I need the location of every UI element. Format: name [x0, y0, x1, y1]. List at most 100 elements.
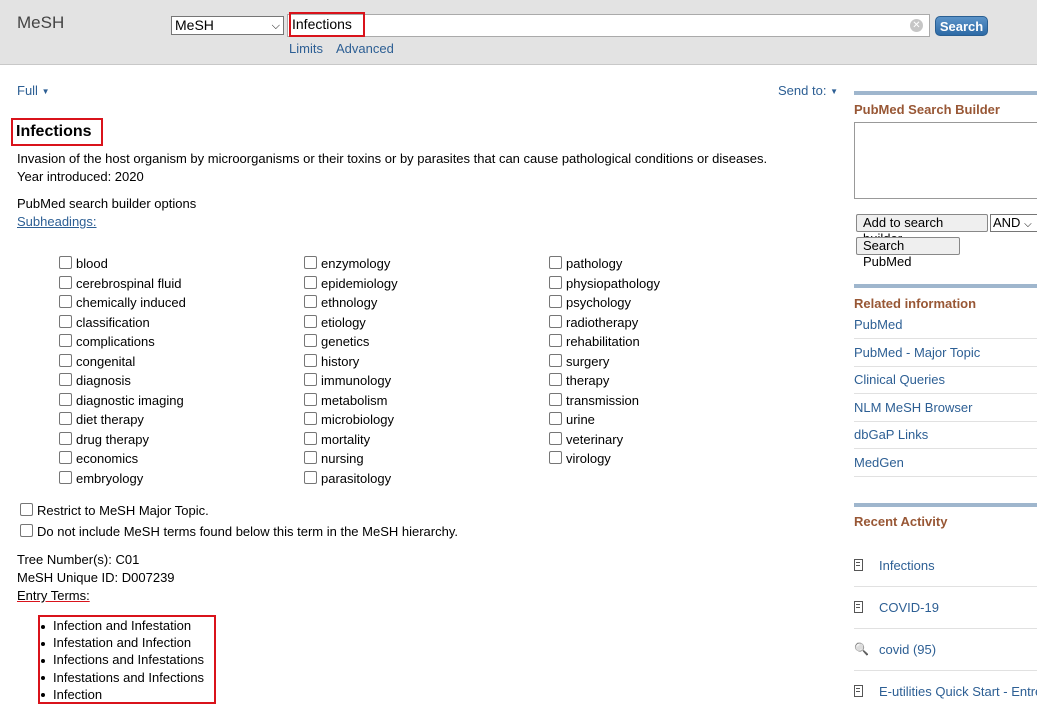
search-button[interactable]: Search	[935, 16, 988, 36]
checkbox[interactable]	[59, 431, 72, 445]
checkbox[interactable]	[59, 373, 72, 386]
subheading-checkbox[interactable]: microbiology	[304, 412, 394, 427]
subheading-checkbox[interactable]: physiopathology	[549, 275, 660, 291]
subheading-checkbox[interactable]: therapy	[549, 373, 609, 388]
subheading-checkbox[interactable]: mortality	[304, 431, 370, 447]
recent-activity-item[interactable]: 🔍 covid (95)	[854, 642, 1037, 658]
checkbox[interactable]	[304, 373, 317, 386]
subheading-checkbox[interactable]: diagnostic imaging	[59, 392, 184, 408]
subheading-checkbox[interactable]: epidemiology	[304, 275, 398, 291]
operator-select[interactable]: AND ⌵	[990, 214, 1037, 232]
checkbox[interactable]	[549, 451, 562, 464]
related-link[interactable]: PubMed	[854, 317, 902, 332]
related-link[interactable]: NLM MeSH Browser	[854, 400, 972, 415]
related-link[interactable]: dbGaP Links	[854, 427, 928, 442]
subheading-checkbox[interactable]: surgery	[549, 353, 609, 369]
checkbox[interactable]	[20, 524, 33, 537]
checkbox[interactable]	[304, 256, 317, 269]
recent-activity-item[interactable]: Infections	[854, 558, 1037, 574]
checkbox[interactable]	[304, 334, 317, 347]
checkbox[interactable]	[549, 275, 562, 289]
checkbox[interactable]	[59, 392, 72, 406]
search-input-value[interactable]: Infections	[289, 12, 365, 37]
search-input[interactable]	[287, 14, 930, 37]
subheading-checkbox[interactable]: enzymology	[304, 256, 390, 271]
limits-link[interactable]: Limits	[289, 41, 323, 56]
advanced-link[interactable]: Advanced	[336, 41, 394, 56]
checkbox[interactable]	[549, 353, 562, 367]
checkbox[interactable]	[549, 412, 562, 425]
checkbox[interactable]	[59, 412, 72, 425]
clear-icon[interactable]: ✕	[910, 19, 923, 32]
subheading-checkbox[interactable]: classification	[59, 314, 150, 330]
checkbox[interactable]	[549, 431, 562, 445]
search-builder-textarea[interactable]	[854, 122, 1037, 199]
checkbox[interactable]	[304, 431, 317, 445]
recent-activity-label[interactable]: Infections	[879, 558, 935, 573]
subheading-checkbox[interactable]: veterinary	[549, 431, 623, 447]
checkbox[interactable]	[20, 503, 33, 516]
checkbox[interactable]	[59, 314, 72, 328]
checkbox[interactable]	[59, 451, 72, 464]
checkbox[interactable]	[304, 412, 317, 425]
subheading-checkbox[interactable]: nursing	[304, 451, 364, 466]
search-pubmed-button[interactable]: Search PubMed	[856, 237, 960, 269]
checkbox[interactable]	[59, 275, 72, 289]
recent-activity-item[interactable]: E-utilities Quick Start - Entrez	[854, 684, 1037, 700]
subheading-checkbox[interactable]: psychology	[549, 295, 631, 310]
subheading-checkbox[interactable]: embryology	[59, 470, 143, 486]
subheading-checkbox[interactable]: complications	[59, 334, 155, 349]
subheading-checkbox[interactable]: diet therapy	[59, 412, 144, 427]
subheading-checkbox[interactable]: cerebrospinal fluid	[59, 275, 182, 291]
checkbox[interactable]	[549, 256, 562, 269]
subheading-checkbox[interactable]: drug therapy	[59, 431, 149, 447]
format-dropdown[interactable]: Full ▼	[17, 83, 50, 98]
subheading-checkbox[interactable]: virology	[549, 451, 611, 466]
checkbox[interactable]	[549, 373, 562, 386]
recent-activity-label[interactable]: COVID-19	[879, 600, 939, 615]
subheading-checkbox[interactable]: urine	[549, 412, 595, 427]
restrict-major-checkbox[interactable]: Restrict to MeSH Major Topic.	[20, 503, 209, 518]
recent-activity-label[interactable]: E-utilities Quick Start - Entrez	[879, 684, 1037, 699]
checkbox[interactable]	[549, 392, 562, 406]
subheading-checkbox[interactable]: economics	[59, 451, 138, 466]
checkbox[interactable]	[304, 314, 317, 328]
subheading-checkbox[interactable]: pathology	[549, 256, 622, 271]
checkbox[interactable]	[304, 275, 317, 289]
related-link[interactable]: MedGen	[854, 455, 904, 470]
subheading-checkbox[interactable]: immunology	[304, 373, 391, 388]
related-link[interactable]: PubMed - Major Topic	[854, 345, 980, 360]
checkbox[interactable]	[59, 334, 72, 347]
subheading-checkbox[interactable]: metabolism	[304, 392, 387, 408]
related-link[interactable]: Clinical Queries	[854, 372, 945, 387]
subheading-checkbox[interactable]: ethnology	[304, 295, 377, 310]
no-explode-checkbox[interactable]: Do not include MeSH terms found below th…	[20, 524, 458, 539]
checkbox[interactable]	[549, 295, 562, 308]
subheading-checkbox[interactable]: etiology	[304, 314, 366, 330]
checkbox[interactable]	[304, 392, 317, 406]
subheading-checkbox[interactable]: congenital	[59, 353, 135, 369]
subheading-checkbox[interactable]: history	[304, 353, 359, 369]
checkbox[interactable]	[549, 314, 562, 328]
subheading-checkbox[interactable]: transmission	[549, 392, 639, 408]
checkbox[interactable]	[59, 353, 72, 367]
checkbox[interactable]	[304, 451, 317, 464]
send-to-dropdown[interactable]: Send to: ▼	[778, 83, 838, 98]
checkbox[interactable]	[304, 470, 317, 484]
subheading-checkbox[interactable]: diagnosis	[59, 373, 131, 388]
subheading-checkbox[interactable]: chemically induced	[59, 295, 186, 310]
subheading-checkbox[interactable]: genetics	[304, 334, 369, 349]
checkbox[interactable]	[549, 334, 562, 347]
database-select[interactable]: MeSH ⌵	[171, 16, 284, 35]
subheading-checkbox[interactable]: rehabilitation	[549, 334, 640, 349]
checkbox[interactable]	[304, 295, 317, 308]
subheadings-link[interactable]: Subheadings:	[17, 214, 97, 229]
subheading-checkbox[interactable]: blood	[59, 256, 108, 271]
checkbox[interactable]	[59, 256, 72, 269]
recent-activity-label[interactable]: covid (95)	[879, 642, 936, 657]
checkbox[interactable]	[59, 295, 72, 308]
add-to-builder-button[interactable]: Add to search builder	[856, 214, 988, 246]
subheading-checkbox[interactable]: radiotherapy	[549, 314, 638, 330]
checkbox[interactable]	[304, 353, 317, 367]
recent-activity-item[interactable]: COVID-19	[854, 600, 1037, 616]
